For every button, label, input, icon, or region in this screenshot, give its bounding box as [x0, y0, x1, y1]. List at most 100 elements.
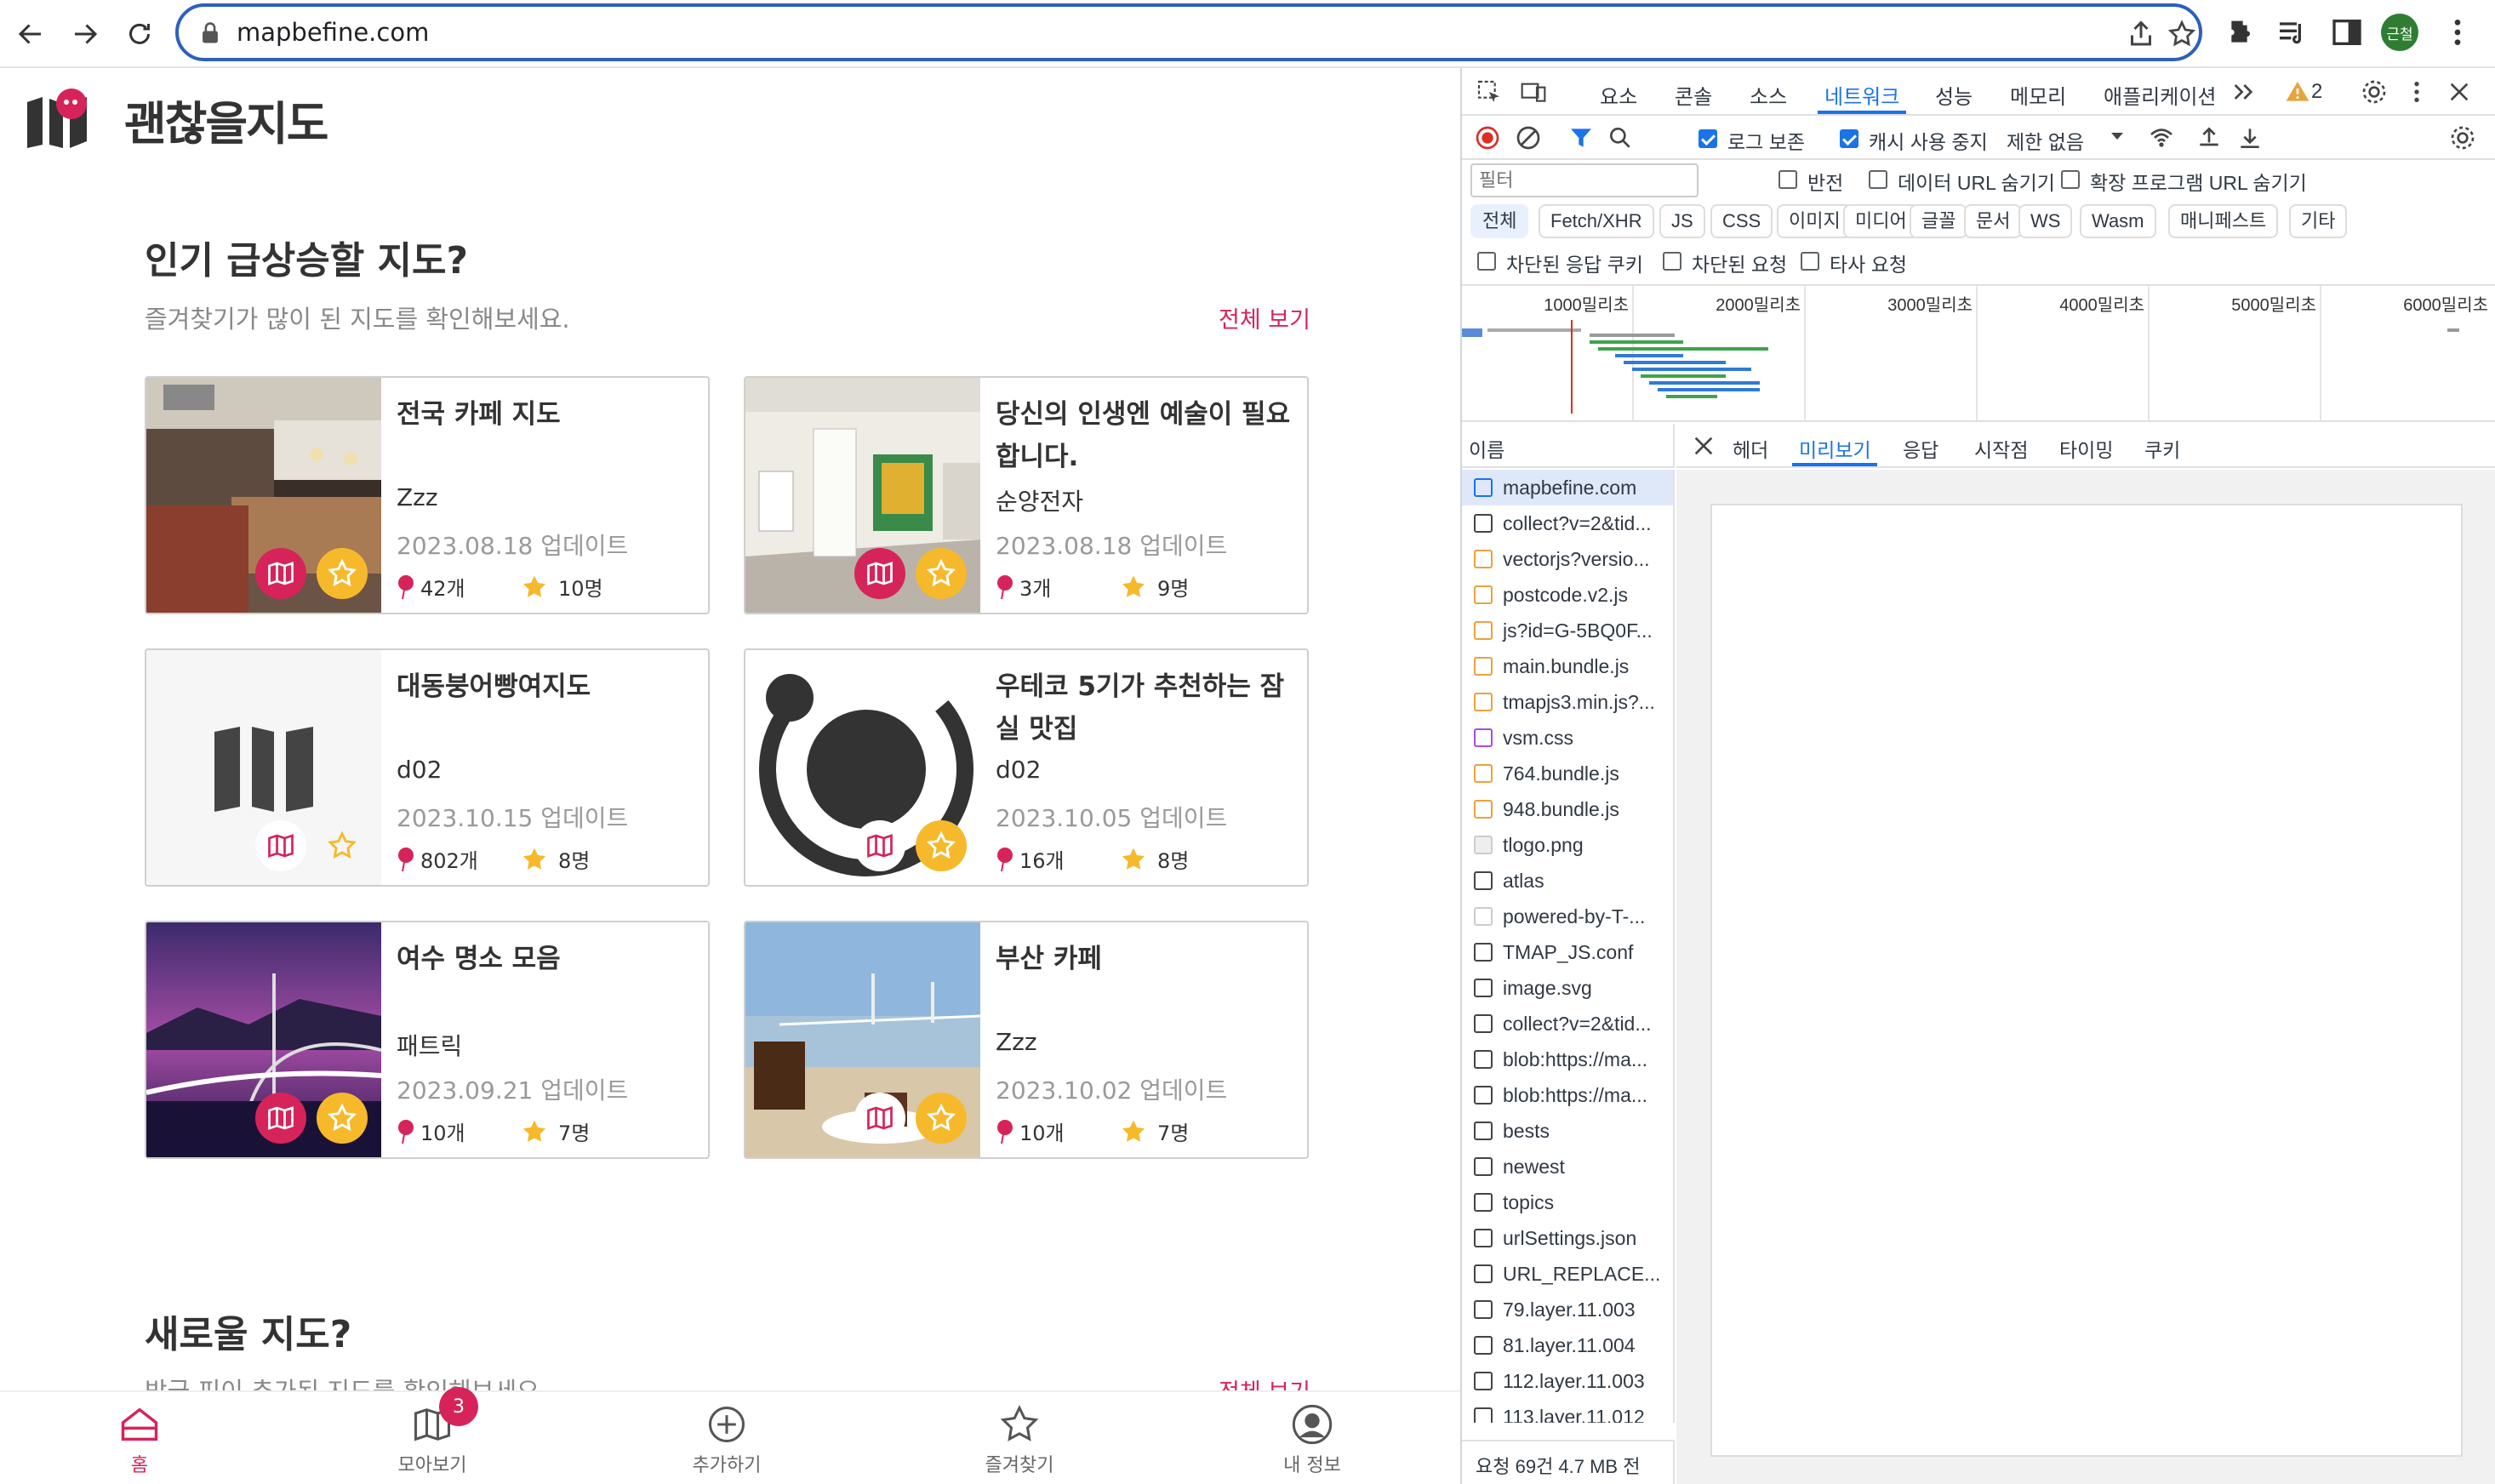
- view-map-button[interactable]: [255, 1093, 306, 1144]
- network-conditions-icon[interactable]: [2148, 124, 2175, 151]
- detail-tab-response[interactable]: 응답: [1903, 434, 1938, 463]
- nav-favorites[interactable]: 즐겨찾기: [934, 1402, 1105, 1477]
- favorite-button[interactable]: [916, 820, 967, 871]
- search-icon[interactable]: [1607, 124, 1634, 151]
- close-detail-icon[interactable]: [1690, 432, 1717, 459]
- popular-view-all-link[interactable]: 전체 보기: [1219, 301, 1310, 334]
- throttle-select[interactable]: 제한 없음: [2007, 126, 2084, 155]
- warning-icon[interactable]: [2284, 78, 2311, 106]
- request-row[interactable]: 112.layer.11.003: [1462, 1363, 1673, 1399]
- import-har-icon[interactable]: [2195, 124, 2223, 151]
- request-row[interactable]: 764.bundle.js: [1462, 756, 1673, 791]
- request-row[interactable]: vsm.css: [1462, 720, 1673, 756]
- detail-tab-cookies[interactable]: 쿠키: [2144, 434, 2180, 463]
- request-row[interactable]: TMAP_JS.conf: [1462, 934, 1673, 970]
- request-row[interactable]: newest: [1462, 1149, 1673, 1184]
- request-row[interactable]: vectorjs?versio...: [1462, 541, 1673, 577]
- devtools-tab-memory[interactable]: 메모리: [2010, 80, 2066, 110]
- type-filter-wasm[interactable]: Wasm: [2080, 204, 2156, 238]
- request-row[interactable]: powered-by-T-...: [1462, 899, 1673, 934]
- type-filter-ws[interactable]: WS: [2018, 204, 2073, 238]
- type-filter-image[interactable]: 이미지: [1777, 204, 1853, 238]
- request-row[interactable]: main.bundle.js: [1462, 648, 1673, 684]
- more-tabs-chevron-icon[interactable]: [2230, 78, 2257, 106]
- detail-tab-initiator[interactable]: 시작점: [1974, 434, 2028, 463]
- dropdown-caret-icon[interactable]: [2107, 126, 2127, 146]
- request-row[interactable]: 79.layer.11.003: [1462, 1292, 1673, 1327]
- devtools-tab-elements[interactable]: 요소: [1600, 80, 1637, 110]
- view-map-button[interactable]: [255, 820, 306, 871]
- settings-gear-icon[interactable]: [2361, 78, 2388, 106]
- forward-button[interactable]: [63, 12, 107, 56]
- request-row[interactable]: topics: [1462, 1184, 1673, 1220]
- favorite-button[interactable]: [916, 548, 967, 599]
- request-row[interactable]: postcode.v2.js: [1462, 577, 1673, 613]
- nav-add[interactable]: 추가하기: [642, 1402, 812, 1477]
- type-filter-font[interactable]: 글꼴: [1910, 204, 1968, 238]
- third-party-checkbox[interactable]: [1801, 252, 1819, 271]
- detail-tab-headers[interactable]: 헤더: [1733, 434, 1768, 463]
- more-vert-icon[interactable]: [2403, 78, 2430, 106]
- hide-extension-urls-checkbox[interactable]: [2061, 170, 2080, 189]
- more-vert-icon[interactable]: [2441, 15, 2475, 49]
- devtools-tab-performance[interactable]: 성능: [1935, 80, 1973, 110]
- request-row[interactable]: blob:https://ma...: [1462, 1042, 1673, 1077]
- request-row[interactable]: blob:https://ma...: [1462, 1077, 1673, 1113]
- network-filter-input[interactable]: [1470, 163, 1699, 197]
- request-row[interactable]: tmapjs3.min.js?...: [1462, 684, 1673, 720]
- request-row[interactable]: collect?v=2&tid...: [1462, 1006, 1673, 1042]
- network-overview-timeline[interactable]: 1000밀리초 2000밀리초 3000밀리초 4000밀리초 5000밀리초 …: [1462, 284, 2495, 422]
- nav-home[interactable]: 홈: [54, 1402, 225, 1477]
- disable-cache-checkbox[interactable]: [1840, 129, 1858, 148]
- request-row[interactable]: collect?v=2&tid...: [1462, 505, 1673, 541]
- request-row[interactable]: URL_REPLACE...: [1462, 1256, 1673, 1292]
- map-card[interactable]: 우테코 5기가 추천하는 잠실 맛집 d02 2023.10.05 업데이트 1…: [744, 648, 1309, 887]
- inspect-element-icon[interactable]: [1476, 78, 1503, 106]
- request-row[interactable]: mapbefine.com: [1462, 470, 1673, 505]
- request-row[interactable]: bests: [1462, 1113, 1673, 1149]
- view-map-button[interactable]: [854, 1093, 905, 1144]
- devtools-tab-network[interactable]: 네트워크: [1824, 80, 1899, 110]
- detail-tab-preview[interactable]: 미리보기: [1799, 434, 1871, 463]
- profile-avatar[interactable]: 근철: [2381, 14, 2418, 51]
- close-icon[interactable]: [2446, 78, 2473, 106]
- invert-checkbox[interactable]: [1778, 170, 1797, 189]
- type-filter-manifest[interactable]: 매니페스트: [2168, 204, 2279, 238]
- type-filter-fetch[interactable]: Fetch/XHR: [1539, 204, 1654, 238]
- favorite-button[interactable]: [916, 1093, 967, 1144]
- request-row[interactable]: urlSettings.json: [1462, 1220, 1673, 1256]
- devtools-tab-console[interactable]: 콘솔: [1675, 80, 1712, 110]
- view-map-button[interactable]: [854, 548, 905, 599]
- network-settings-gear-icon[interactable]: [2449, 124, 2476, 151]
- export-har-icon[interactable]: [2236, 124, 2264, 151]
- device-toolbar-icon[interactable]: [1520, 78, 1547, 106]
- name-column-header[interactable]: 이름: [1462, 424, 1675, 468]
- nav-profile[interactable]: 내 정보: [1227, 1402, 1397, 1477]
- type-filter-js[interactable]: JS: [1659, 204, 1705, 238]
- blocked-requests-checkbox[interactable]: [1663, 252, 1681, 271]
- address-bar[interactable]: mapbefine.com: [175, 3, 2202, 61]
- type-filter-doc[interactable]: 문서: [1964, 204, 2023, 238]
- type-filter-css[interactable]: CSS: [1710, 204, 1773, 238]
- favorite-button[interactable]: [317, 1093, 368, 1144]
- side-panel-icon[interactable]: [2330, 15, 2364, 49]
- hide-data-urls-checkbox[interactable]: [1869, 170, 1887, 189]
- blocked-cookies-checkbox[interactable]: [1477, 252, 1496, 271]
- type-filter-all[interactable]: 전체: [1470, 204, 1529, 238]
- request-row[interactable]: image.svg: [1462, 970, 1673, 1006]
- request-row[interactable]: 948.bundle.js: [1462, 791, 1673, 827]
- filter-icon[interactable]: [1567, 124, 1595, 151]
- type-filter-media[interactable]: 미디어: [1843, 204, 1919, 238]
- request-row[interactable]: 81.layer.11.004: [1462, 1327, 1673, 1363]
- bookmark-star-icon[interactable]: [2167, 19, 2197, 49]
- view-map-button[interactable]: [854, 820, 905, 871]
- request-row[interactable]: 113.layer.11.012: [1462, 1399, 1673, 1423]
- map-card[interactable]: 당신의 인생엔 예술이 필요합니다. 순양전자 2023.08.18 업데이트 …: [744, 376, 1309, 614]
- favorite-button[interactable]: [317, 820, 368, 871]
- request-row[interactable]: js?id=G-5BQ0F...: [1462, 613, 1673, 648]
- clear-icon[interactable]: [1515, 124, 1542, 151]
- share-icon[interactable]: [2126, 19, 2156, 49]
- reload-button[interactable]: [117, 12, 162, 56]
- type-filter-other[interactable]: 기타: [2289, 204, 2348, 238]
- request-row[interactable]: tlogo.png: [1462, 827, 1673, 863]
